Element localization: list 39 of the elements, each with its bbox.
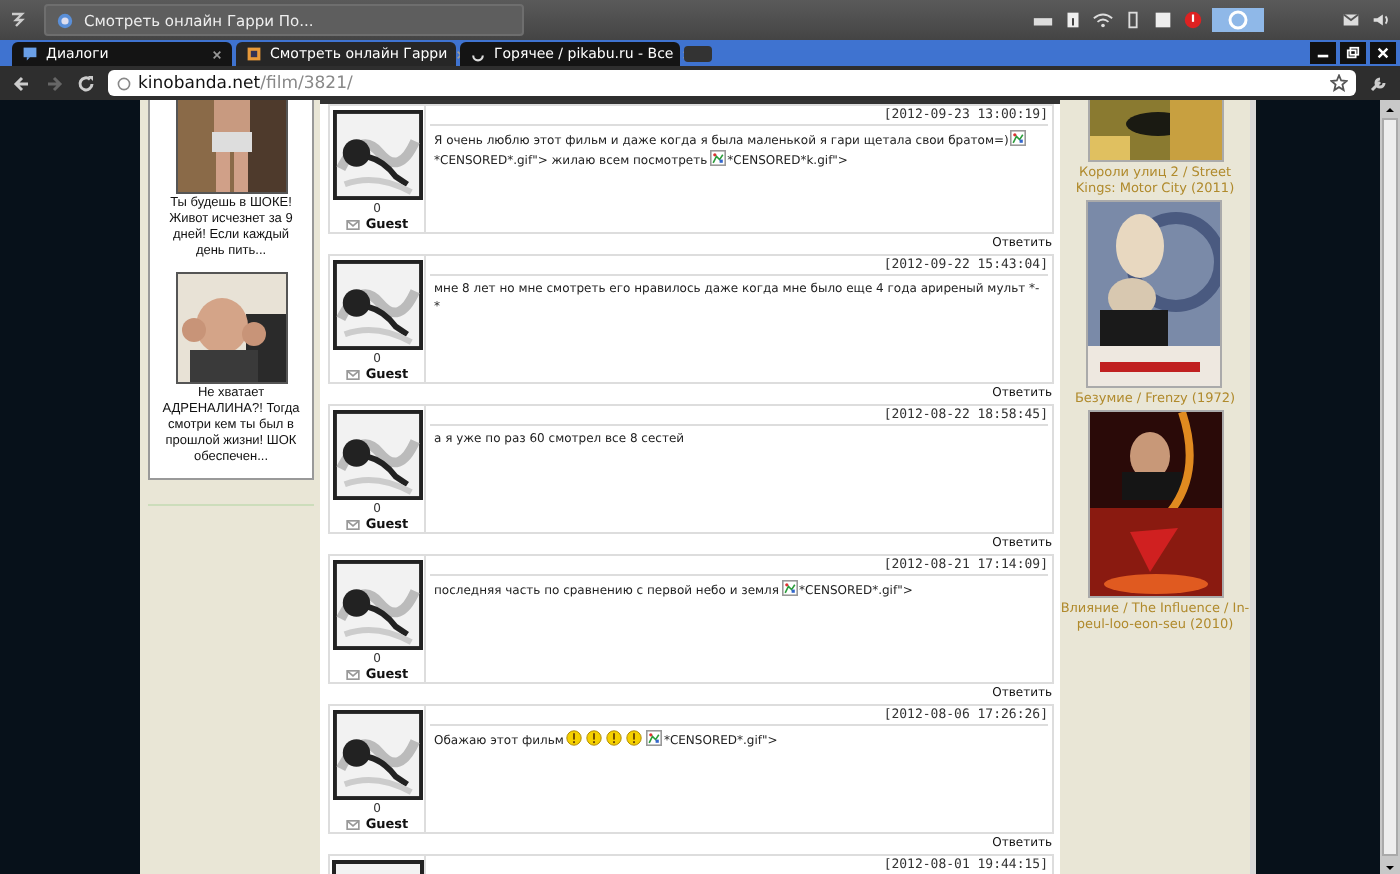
reload-icon[interactable] [76, 73, 96, 93]
film-icon [246, 46, 262, 62]
forward-icon[interactable] [44, 73, 64, 93]
exclamation-smiley-icon [625, 730, 642, 746]
page-icon [116, 75, 132, 91]
chat-icon [22, 46, 38, 62]
swirl-icon[interactable] [1212, 6, 1264, 34]
exclamation-smiley-icon [565, 730, 582, 746]
restore-icon [1346, 46, 1360, 60]
envelope-icon[interactable] [345, 819, 360, 829]
broken-image-icon [645, 730, 662, 746]
star-icon[interactable] [1330, 74, 1348, 92]
exclamation-smiley-icon [585, 730, 602, 746]
envelope-icon[interactable] [345, 669, 360, 679]
speaker-icon[interactable] [1370, 10, 1392, 30]
scrollbar[interactable] [1380, 100, 1400, 874]
broken-image-icon [709, 150, 726, 166]
exclamation-smiley-icon [605, 730, 622, 746]
scroll-down-icon[interactable] [1384, 862, 1396, 874]
wifi-icon[interactable] [1092, 10, 1114, 30]
broken-image-icon [781, 580, 797, 596]
note-icon[interactable] [1152, 10, 1174, 30]
mail-icon[interactable] [1340, 10, 1362, 30]
envelope-icon[interactable] [345, 369, 360, 379]
envelope-icon[interactable] [345, 519, 360, 529]
scroll-thumb[interactable] [1382, 118, 1398, 856]
close-button[interactable] [1370, 42, 1396, 64]
envelope-icon[interactable] [345, 219, 360, 229]
back-icon[interactable] [12, 73, 32, 93]
address-field[interactable]: kinobanda.net/film/3821/ [108, 70, 1356, 96]
minimize-button[interactable] [1310, 42, 1336, 64]
wrench-icon[interactable] [1368, 73, 1388, 93]
app-menu-icon[interactable] [8, 10, 28, 30]
broken-image-icon [1010, 130, 1027, 146]
info-icon[interactable] [1062, 10, 1084, 30]
alert-icon[interactable] [1182, 10, 1204, 30]
restore-button[interactable] [1340, 42, 1366, 64]
browser-icon [56, 11, 74, 29]
battery-icon[interactable] [1122, 10, 1144, 30]
